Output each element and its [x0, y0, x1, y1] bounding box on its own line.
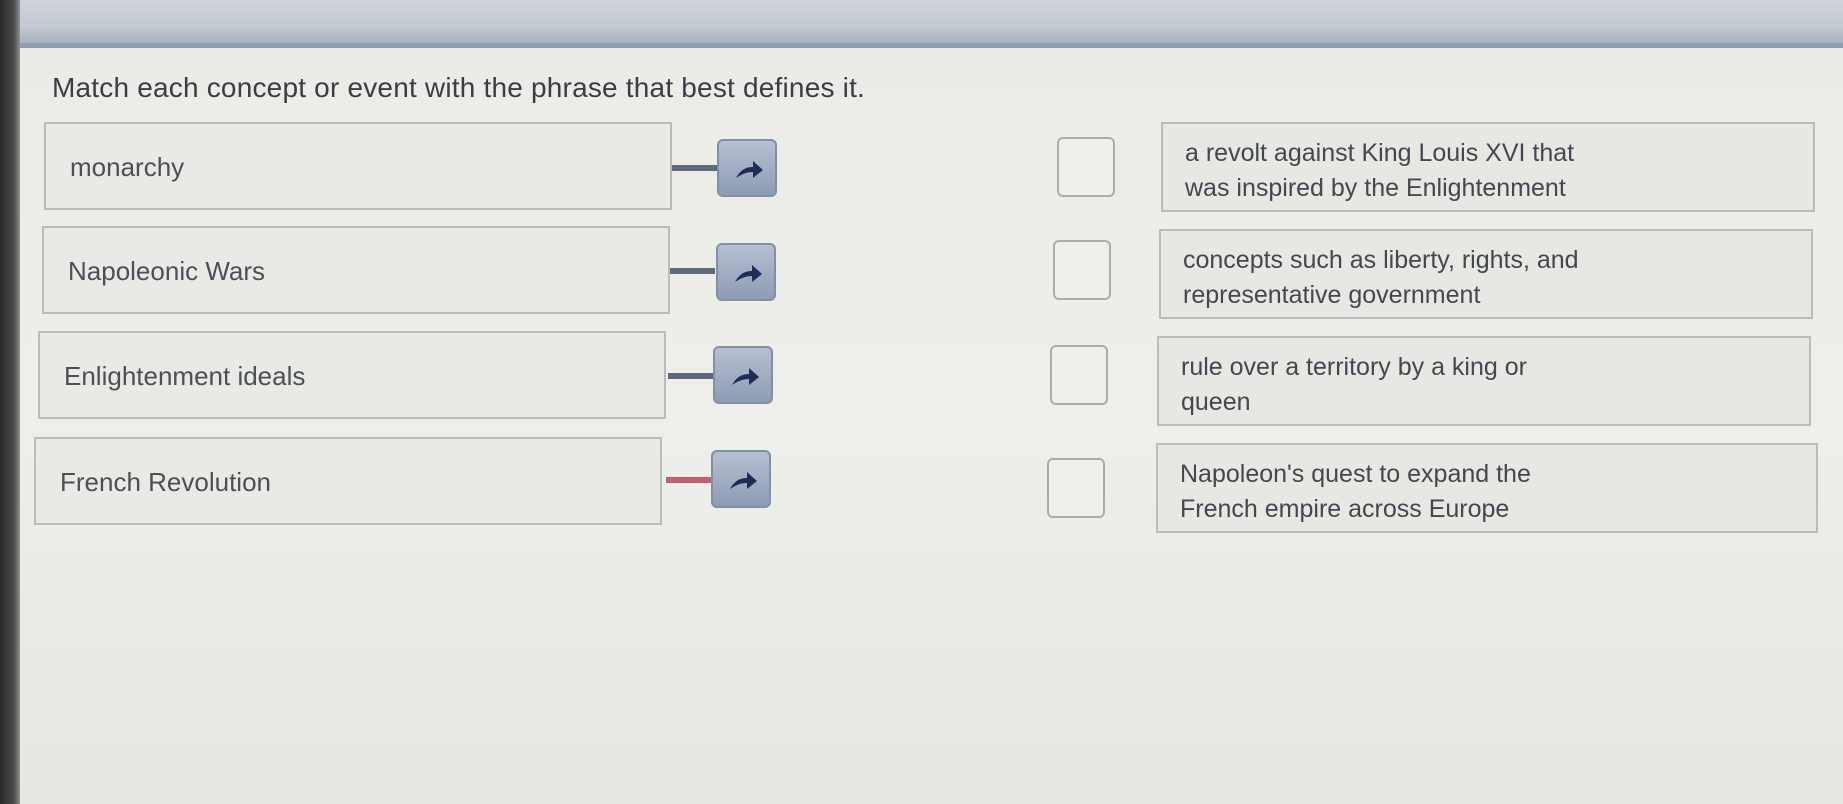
header-band — [20, 0, 1843, 48]
concept-box-french-revolution[interactable]: French Revolution — [34, 437, 662, 525]
definition-text: Napoleon's quest to expand the French em… — [1180, 457, 1780, 527]
arrow-right-icon — [732, 368, 759, 385]
definition-line-2: representative government — [1183, 281, 1481, 309]
question-instructions: Match each concept or event with the phr… — [52, 72, 866, 103]
drag-arrow-button[interactable] — [717, 139, 777, 197]
concept-label: monarchy — [70, 152, 185, 182]
connector-line — [668, 373, 713, 379]
drop-target-checkbox-3[interactable] — [1050, 345, 1108, 405]
definition-line-1: a revolt against King Louis XVI that — [1185, 139, 1575, 167]
concept-box-napoleonic-wars[interactable]: Napoleonic Wars — [42, 226, 670, 314]
drag-arrow-button[interactable] — [716, 243, 776, 301]
definition-line-2: queen — [1181, 388, 1251, 416]
drop-target-checkbox-2[interactable] — [1053, 240, 1111, 300]
connector-line-active — [666, 477, 711, 483]
connector-line — [672, 165, 717, 171]
definition-box-2: concepts such as liberty, rights, and re… — [1159, 229, 1813, 319]
definition-text: rule over a territory by a king or queen — [1181, 350, 1781, 420]
concept-label: French Revolution — [60, 467, 271, 497]
concept-label: Enlightenment ideals — [64, 361, 306, 391]
definition-line-2: was inspired by the Enlightenment — [1185, 174, 1566, 202]
concept-box-monarchy[interactable]: monarchy — [44, 122, 672, 210]
arrow-right-icon — [730, 472, 757, 489]
definition-text: concepts such as liberty, rights, and re… — [1183, 243, 1783, 313]
definition-text: a revolt against King Louis XVI that was… — [1185, 136, 1785, 206]
definition-box-4: Napoleon's quest to expand the French em… — [1156, 443, 1818, 533]
drop-target-checkbox-4[interactable] — [1047, 458, 1105, 518]
definition-line-1: rule over a territory by a king or — [1181, 353, 1527, 381]
definition-line-2: French empire across Europe — [1180, 495, 1510, 523]
drop-target-checkbox-1[interactable] — [1057, 137, 1115, 197]
concept-box-enlightenment-ideals[interactable]: Enlightenment ideals — [38, 331, 666, 419]
drag-arrow-button[interactable] — [713, 346, 773, 404]
definition-box-1: a revolt against King Louis XVI that was… — [1161, 122, 1815, 212]
definition-box-3: rule over a territory by a king or queen — [1157, 336, 1811, 426]
drag-arrow-button[interactable] — [711, 450, 771, 508]
arrow-right-icon — [736, 161, 763, 178]
definition-line-1: Napoleon's quest to expand the — [1180, 460, 1531, 488]
arrow-right-icon — [735, 265, 762, 282]
connector-line — [670, 268, 715, 274]
definition-line-1: concepts such as liberty, rights, and — [1183, 246, 1579, 274]
concept-label: Napoleonic Wars — [68, 256, 266, 286]
screen-bezel — [0, 0, 20, 804]
